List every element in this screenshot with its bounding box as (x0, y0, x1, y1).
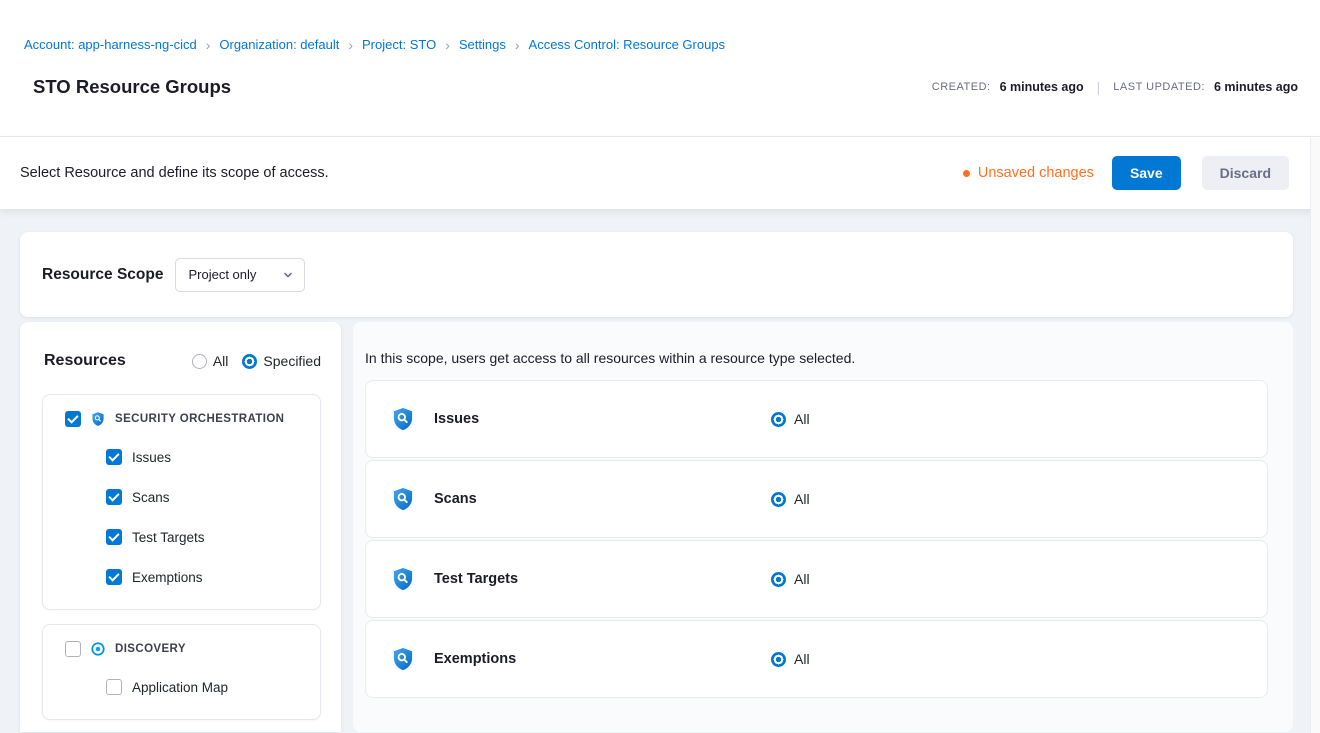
breadcrumb-link-access-control[interactable]: Access Control: Resource Groups (529, 37, 726, 52)
sto-shield-icon (390, 406, 416, 432)
checkbox-issues[interactable] (106, 449, 122, 465)
access-all-label: All (794, 411, 810, 427)
chevron-down-icon (282, 269, 294, 281)
scope-detail-panel: In this scope, users get access to all r… (353, 322, 1293, 732)
access-all-label: All (794, 491, 810, 507)
resources-filter-all-label: All (213, 353, 229, 369)
resource-row-label: Exemptions (434, 651, 516, 667)
access-all-option[interactable]: All (771, 491, 810, 507)
last-updated-value: 6 minutes ago (1214, 80, 1298, 94)
resource-scope-dropdown[interactable]: Project only (175, 258, 305, 292)
checkbox-discovery[interactable] (65, 641, 81, 657)
last-updated-label: LAST UPDATED: (1113, 81, 1205, 93)
page-header: Account: app-harness-ng-cicd › Organizat… (0, 0, 1320, 137)
action-description: Select Resource and define its scope of … (20, 165, 329, 181)
resources-panel-title: Resources (44, 352, 126, 370)
radio-icon (771, 572, 786, 587)
resource-scope-dropdown-value: Project only (188, 267, 256, 282)
resources-filter-specified-label: Specified (263, 353, 321, 369)
chevron-right-icon: › (515, 37, 520, 52)
checkbox-security-orchestration[interactable] (65, 411, 81, 427)
checkbox-scans[interactable] (106, 489, 122, 505)
resource-scope-label: Resource Scope (42, 266, 163, 284)
access-all-option[interactable]: All (771, 651, 810, 667)
scrollbar-track[interactable] (1310, 138, 1320, 733)
meta-info: CREATED: 6 minutes ago | LAST UPDATED: 6… (932, 79, 1298, 95)
chevron-right-icon: › (348, 37, 353, 52)
access-all-option[interactable]: All (771, 571, 810, 587)
resource-type-label: Issues (132, 450, 171, 465)
breadcrumb: Account: app-harness-ng-cicd › Organizat… (0, 0, 1320, 52)
resource-type-label: Scans (132, 490, 170, 505)
checkbox-exemptions[interactable] (106, 569, 122, 585)
main-content: Resource Scope Project only Resources Al… (0, 209, 1320, 732)
resources-filter-radios: All Specified (192, 353, 321, 369)
save-button[interactable]: Save (1112, 156, 1181, 190)
resources-filter-all[interactable]: All (192, 353, 229, 369)
breadcrumb-link-settings[interactable]: Settings (459, 37, 506, 52)
resource-group-header: SECURITY ORCHESTRATION (43, 401, 320, 437)
discovery-icon (90, 641, 106, 657)
resource-group-label: SECURITY ORCHESTRATION (115, 413, 284, 425)
sto-shield-icon (90, 411, 106, 427)
resource-type-item-exemptions: Exemptions (43, 557, 320, 597)
resource-group-security-orchestration: SECURITY ORCHESTRATION Issues Scans Test… (42, 394, 321, 610)
checkbox-application-map[interactable] (106, 679, 122, 695)
resource-scope-card: Resource Scope Project only (20, 232, 1293, 317)
sto-shield-icon (390, 566, 416, 592)
resources-panel: Resources All Specified (20, 322, 341, 732)
radio-icon (771, 492, 786, 507)
resource-type-item-application-map: Application Map (43, 667, 320, 707)
discard-button[interactable]: Discard (1202, 156, 1289, 190)
sto-shield-icon (390, 486, 416, 512)
resource-row-issues: Issues All (365, 380, 1268, 458)
resource-row-scans: Scans All (365, 460, 1268, 538)
breadcrumb-link-project[interactable]: Project: STO (362, 37, 436, 52)
resource-type-item-scans: Scans (43, 477, 320, 517)
resource-group-header: DISCOVERY (43, 631, 320, 667)
radio-icon (192, 354, 207, 369)
resource-type-label: Exemptions (132, 570, 203, 585)
page-title: STO Resource Groups (33, 76, 231, 98)
radio-icon (771, 652, 786, 667)
created-label: CREATED: (932, 81, 991, 93)
resource-type-label: Test Targets (132, 530, 205, 545)
breadcrumb-link-account[interactable]: Account: app-harness-ng-cicd (24, 37, 197, 52)
resource-group-label: DISCOVERY (115, 643, 186, 655)
sto-shield-icon (390, 646, 416, 672)
chevron-right-icon: › (445, 37, 450, 52)
access-all-option[interactable]: All (771, 411, 810, 427)
access-all-label: All (794, 571, 810, 587)
resource-row-label: Issues (434, 411, 479, 427)
radio-icon (771, 412, 786, 427)
resource-row-test-targets: Test Targets All (365, 540, 1268, 618)
scope-description: In this scope, users get access to all r… (365, 350, 1268, 366)
breadcrumb-link-organization[interactable]: Organization: default (219, 37, 339, 52)
resource-type-label: Application Map (132, 680, 228, 695)
resource-row-exemptions: Exemptions All (365, 620, 1268, 698)
resource-group-discovery: DISCOVERY Application Map (42, 624, 321, 720)
resource-type-item-test-targets: Test Targets (43, 517, 320, 557)
resource-type-item-issues: Issues (43, 437, 320, 477)
radio-icon (242, 354, 257, 369)
unsaved-changes-indicator: Unsaved changes (963, 165, 1094, 181)
resource-row-label: Test Targets (434, 571, 518, 587)
unsaved-changes-label: Unsaved changes (978, 165, 1094, 181)
unsaved-dot-icon (963, 170, 970, 177)
created-value: 6 minutes ago (1000, 80, 1084, 94)
access-all-label: All (794, 651, 810, 667)
checkbox-test-targets[interactable] (106, 529, 122, 545)
resource-row-label: Scans (434, 491, 477, 507)
chevron-right-icon: › (206, 37, 211, 52)
resources-filter-specified[interactable]: Specified (242, 353, 321, 369)
action-bar: Select Resource and define its scope of … (0, 137, 1320, 209)
meta-divider: | (1093, 79, 1105, 95)
